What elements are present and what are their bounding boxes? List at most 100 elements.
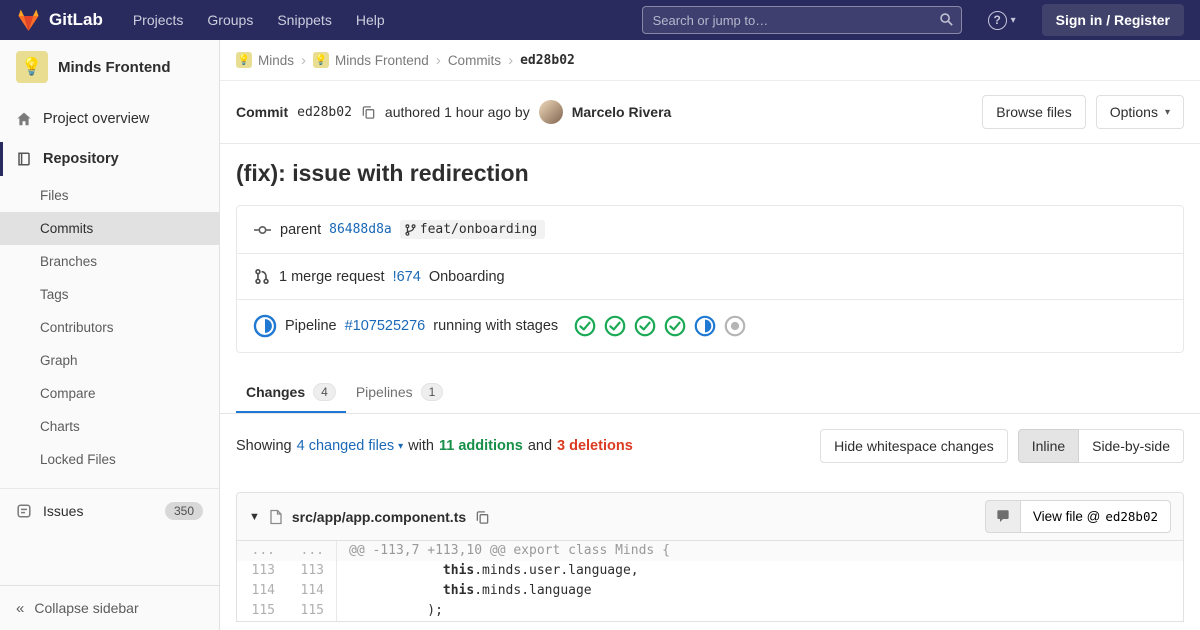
view-file-button[interactable]: View file @ ed28b02: [1020, 500, 1171, 533]
pipeline-status-icon[interactable]: [253, 314, 277, 338]
code-text: this.minds.user.language,: [442, 563, 639, 578]
author-name[interactable]: Marcelo Rivera: [572, 104, 672, 120]
pipeline-row: Pipeline #107525276 running with stages: [237, 299, 1183, 352]
tab-pipelines[interactable]: Pipelines 1: [346, 371, 454, 413]
sidebar-item-issues[interactable]: Issues 350: [0, 488, 219, 533]
project-name: Minds Frontend: [58, 58, 171, 76]
sidebar-item-files[interactable]: Files: [0, 179, 219, 212]
diff-view-toggle: Inline Side-by-side: [1017, 429, 1184, 463]
chevron-down-icon: ▾: [1164, 106, 1170, 118]
parent-commit-row: parent 86488d8a feat/onboarding: [237, 206, 1183, 253]
old-line-number[interactable]: 114: [237, 581, 287, 601]
question-icon: ?: [987, 10, 1007, 30]
sidebar-item-branches[interactable]: Branches: [0, 245, 219, 278]
group-avatar: 💡: [236, 52, 252, 68]
new-line-number[interactable]: 115: [287, 601, 337, 621]
gitlab-logo-text: GitLab: [49, 10, 103, 29]
hide-whitespace-button[interactable]: Hide whitespace changes: [820, 429, 1008, 463]
new-line-number[interactable]: 114: [287, 581, 337, 601]
pipeline-stage-running-icon[interactable]: [694, 315, 716, 337]
commit-title: (fix): issue with redirection: [236, 160, 529, 186]
side-by-side-view-button[interactable]: Side-by-side: [1079, 429, 1184, 463]
sign-in-button[interactable]: Sign in / Register: [1041, 4, 1184, 36]
diff-line: 114 114 this.minds.language: [237, 581, 1183, 601]
copy-file-path-button[interactable]: [475, 509, 490, 525]
search-input[interactable]: [641, 6, 962, 34]
deletions-count: 3 deletions: [557, 438, 633, 454]
showing-label: Showing: [236, 438, 292, 454]
commit-label: Commit: [236, 104, 289, 120]
breadcrumb-current-sha: ed28b02: [520, 52, 575, 68]
inline-view-button[interactable]: Inline: [1017, 429, 1080, 463]
diff-table: ...... @@ -113,7 +113,10 @@ export class …: [237, 541, 1183, 621]
branch-ref-chip[interactable]: feat/onboarding: [399, 220, 546, 239]
sidebar-item-project-overview[interactable]: Project overview: [0, 99, 219, 139]
collapse-sidebar-label: Collapse sidebar: [34, 600, 139, 616]
home-icon: [16, 111, 32, 127]
old-line-number[interactable]: ...: [237, 541, 287, 561]
chevron-down-icon: ▾: [1010, 14, 1016, 26]
project-context-header[interactable]: 💡 Minds Frontend: [0, 40, 219, 93]
merge-request-name: Onboarding: [428, 268, 505, 285]
pipeline-stage-success-icon[interactable]: [634, 315, 656, 337]
old-line-number[interactable]: 115: [237, 601, 287, 621]
breadcrumb-label: Minds Frontend: [335, 52, 429, 68]
parent-sha-link[interactable]: 86488d8a: [329, 222, 392, 237]
help-dropdown[interactable]: ? ▾: [987, 10, 1016, 30]
branch-name: feat/onboarding: [419, 222, 538, 237]
project-avatar: 💡: [16, 51, 48, 83]
commit-tabs: Changes 4 Pipelines 1: [220, 371, 1200, 414]
sidebar-item-label: Project overview: [43, 111, 150, 127]
new-line-number[interactable]: ...: [287, 541, 337, 561]
sidebar-item-charts[interactable]: Charts: [0, 410, 219, 443]
diff-line: ...... @@ -113,7 +113,10 @@ export class …: [237, 541, 1183, 561]
top-navbar: GitLab Projects Groups Snippets Help ? ▾…: [0, 0, 1200, 40]
breadcrumb-project[interactable]: 💡 Minds Frontend: [313, 52, 429, 68]
pipeline-stage-success-icon[interactable]: [664, 315, 686, 337]
nav-help[interactable]: Help: [356, 12, 385, 28]
gitlab-logo[interactable]: GitLab: [16, 8, 103, 32]
diff-file-path[interactable]: src/app/app.component.ts: [292, 509, 466, 525]
copy-sha-button[interactable]: [361, 104, 376, 120]
author-avatar[interactable]: [538, 100, 563, 124]
nav-projects[interactable]: Projects: [133, 12, 184, 28]
sidebar-item-commits[interactable]: Commits: [0, 212, 219, 245]
old-line-number[interactable]: 113: [237, 561, 287, 581]
comment-on-file-button[interactable]: [984, 500, 1021, 533]
merge-request-link[interactable]: !674: [393, 269, 421, 285]
pipeline-stage-success-icon[interactable]: [574, 315, 596, 337]
file-icon: [269, 509, 283, 525]
sidebar-item-graph[interactable]: Graph: [0, 344, 219, 377]
search-icon[interactable]: [939, 12, 954, 27]
pipeline-label: Pipeline: [285, 318, 337, 334]
sidebar-item-contributors[interactable]: Contributors: [0, 311, 219, 344]
options-dropdown-button[interactable]: Options ▾: [1095, 95, 1184, 129]
nav-groups[interactable]: Groups: [207, 12, 253, 28]
pipeline-stage-created-icon[interactable]: [724, 315, 746, 337]
sidebar-item-locked-files[interactable]: Locked Files: [0, 443, 219, 476]
pipeline-stage-success-icon[interactable]: [604, 315, 626, 337]
authored-text: authored 1 hour ago by: [384, 104, 530, 120]
pipeline-status-text: running with stages: [433, 318, 559, 334]
code-text: );: [349, 603, 443, 618]
commit-header: Commit ed28b02 authored 1 hour ago by Ma…: [220, 81, 1200, 144]
commit-icon: [253, 222, 272, 238]
collapse-diff-caret-icon[interactable]: ▼: [249, 511, 260, 523]
diff-line: 113 113 this.minds.user.language,: [237, 561, 1183, 581]
sidebar-item-tags[interactable]: Tags: [0, 278, 219, 311]
tab-changes[interactable]: Changes 4: [236, 371, 346, 413]
sidebar-item-repository[interactable]: Repository: [0, 139, 219, 179]
changed-files-dropdown[interactable]: 4 changed files ▾: [297, 438, 404, 454]
pipelines-count-badge: 1: [420, 383, 444, 401]
browse-files-button[interactable]: Browse files: [982, 95, 1086, 129]
new-line-number[interactable]: 113: [287, 561, 337, 581]
breadcrumb-commits[interactable]: Commits: [448, 53, 501, 68]
commit-sha: ed28b02: [297, 104, 352, 120]
collapse-sidebar-button[interactable]: « Collapse sidebar: [0, 585, 219, 630]
pipeline-id-link[interactable]: #107525276: [345, 318, 426, 334]
sidebar-item-compare[interactable]: Compare: [0, 377, 219, 410]
diff-file-panel: ▼ src/app/app.component.ts View file @ e…: [236, 492, 1184, 622]
nav-snippets[interactable]: Snippets: [277, 12, 331, 28]
breadcrumb-label: Minds: [258, 52, 295, 68]
breadcrumb-group[interactable]: 💡 Minds: [236, 52, 294, 68]
